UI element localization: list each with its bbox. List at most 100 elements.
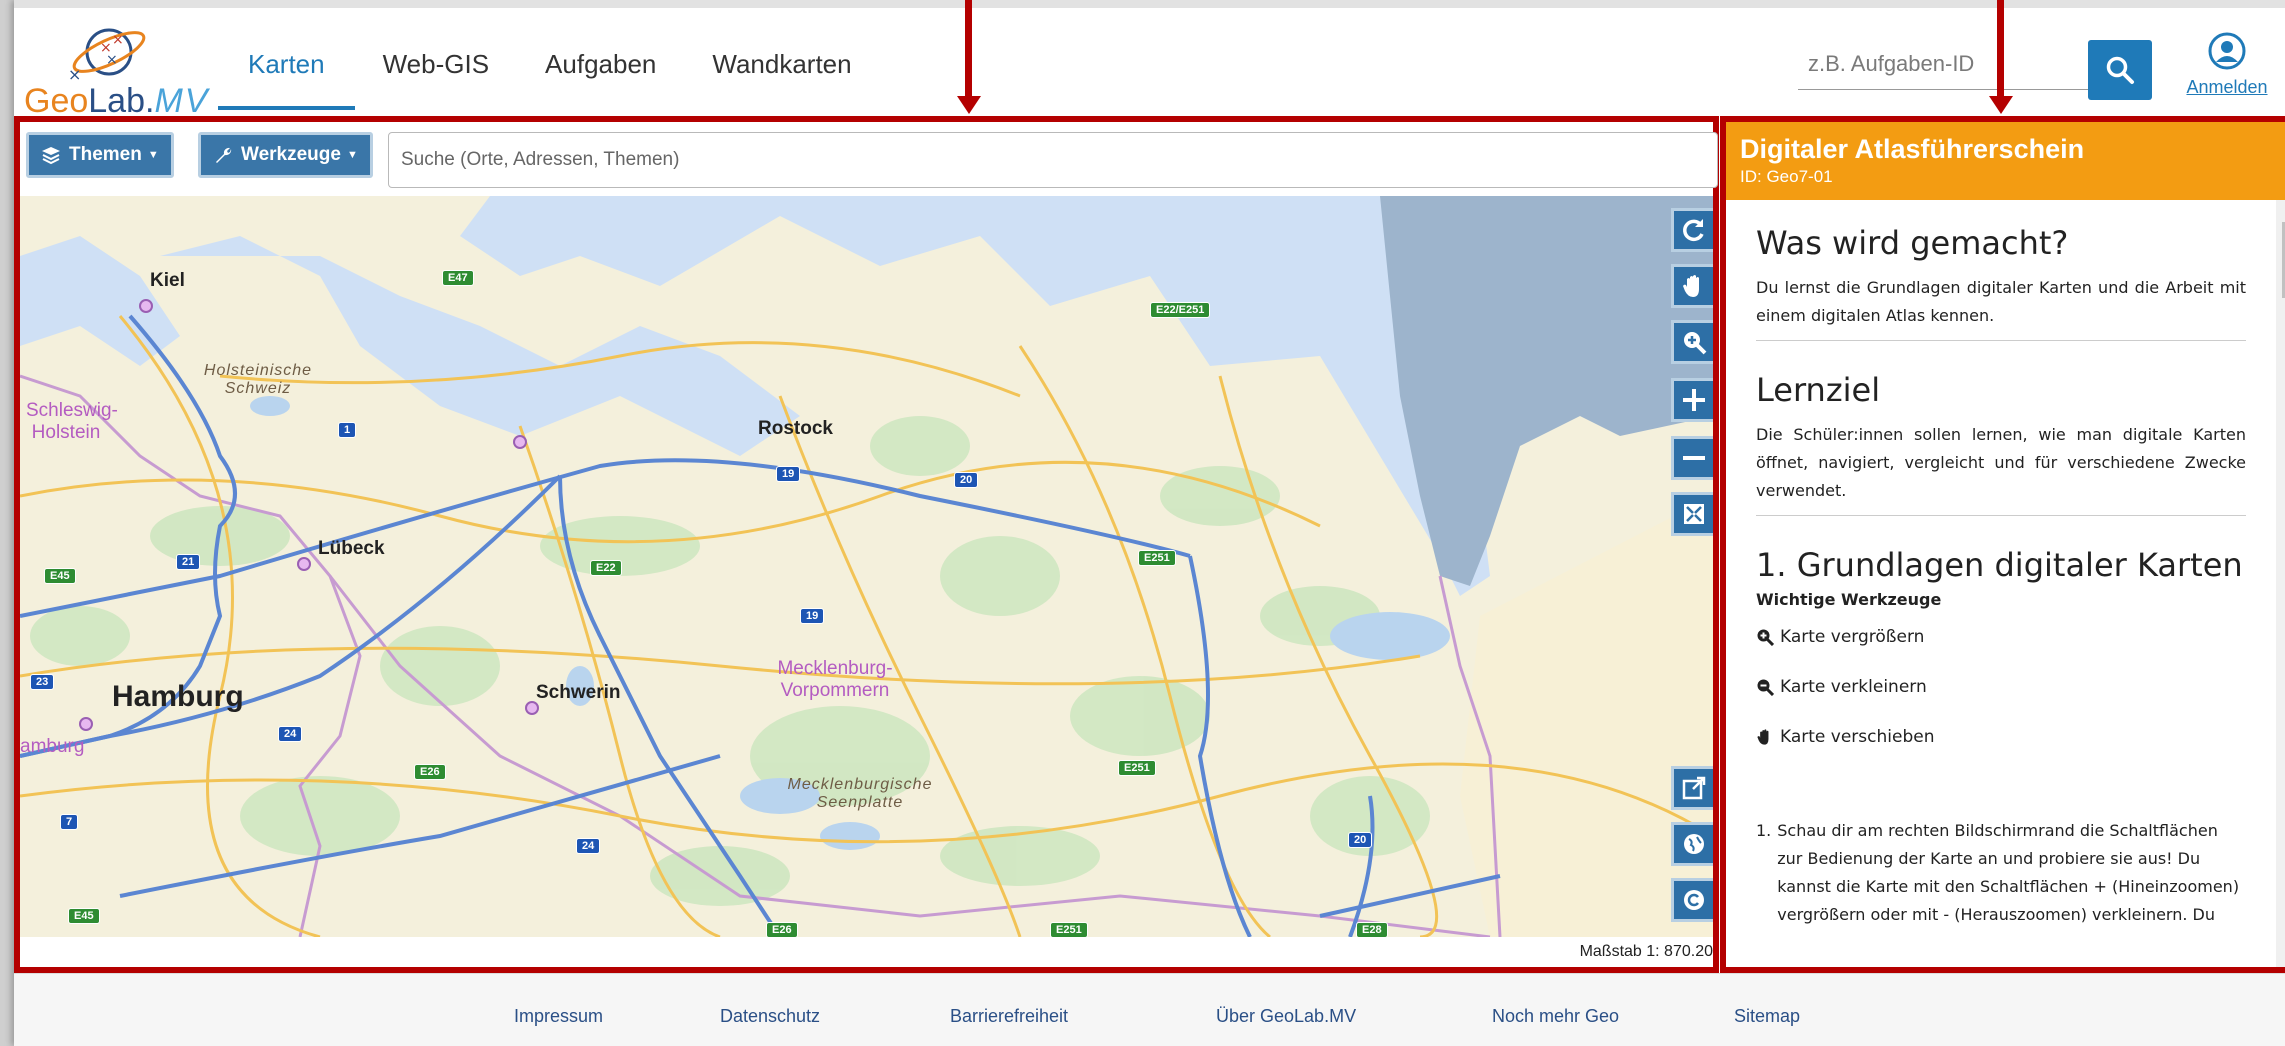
- road-shield: E251: [1050, 922, 1088, 937]
- section-subheading-werkzeuge: Wichtige Werkzeuge: [1756, 590, 1942, 609]
- map-search-input[interactable]: [388, 132, 1718, 188]
- task-id-search-input[interactable]: [1798, 38, 2088, 89]
- place-label-luebeck: Lübeck: [318, 538, 385, 559]
- footer-link-impressum[interactable]: Impressum: [514, 1006, 603, 1027]
- task-number: 1.: [1756, 821, 1772, 840]
- annotation-arrow-head: [957, 96, 981, 114]
- panel-scrollbar[interactable]: [2276, 200, 2285, 967]
- footer-link-sitemap[interactable]: Sitemap: [1734, 1006, 1800, 1027]
- themes-button[interactable]: Themen ▼: [26, 132, 174, 178]
- section-heading-was-wird-gemacht: Was wird gemacht?: [1756, 224, 2069, 262]
- wrench-icon: [216, 147, 232, 163]
- map-panel: Themen ▼ Werkzeuge ▼ Suche (Orte, Adress…: [14, 116, 1719, 973]
- place-label-hamburg: Hamburg: [112, 680, 244, 713]
- chevron-down-icon: ▼: [346, 149, 358, 161]
- map-base: [20, 196, 1713, 937]
- zoom-in-button[interactable]: [1671, 378, 1713, 422]
- login-link[interactable]: Anmelden: [2182, 32, 2272, 98]
- search-button[interactable]: [2088, 40, 2152, 100]
- zoom-box-button[interactable]: [1671, 320, 1713, 364]
- annotation-arrow-head: [1989, 96, 2013, 114]
- copyright-icon: [1683, 890, 1704, 910]
- road-shield: E26: [766, 922, 798, 937]
- refresh-map-button[interactable]: [1671, 208, 1713, 252]
- nav-wandkarten[interactable]: Wandkarten: [712, 8, 851, 120]
- road-shield: E45: [68, 908, 100, 924]
- map-status-bar: Maßstab 1: 870.20: [20, 937, 1713, 967]
- refresh-icon: [1682, 219, 1704, 242]
- road-shield: E251: [1138, 550, 1176, 566]
- road-shield: 7: [60, 814, 79, 830]
- login-label[interactable]: Anmelden: [2182, 77, 2272, 98]
- external-link-icon: [1682, 776, 1705, 800]
- hand-icon: [1757, 729, 1769, 745]
- place-label-hamburg-partial: amburg: [20, 736, 85, 757]
- road-shield: 24: [576, 838, 601, 854]
- road-shield: 1: [338, 422, 357, 438]
- logo-mv: MV: [154, 82, 210, 120]
- search-icon: [2106, 56, 2134, 84]
- footer-link-noch-mehr-geo[interactable]: Noch mehr Geo: [1492, 1006, 1619, 1027]
- tools-button[interactable]: Werkzeuge ▼: [198, 132, 373, 178]
- copyright-button[interactable]: [1671, 878, 1713, 922]
- map-toolbar: Themen ▼ Werkzeuge ▼: [20, 122, 1718, 196]
- annotation-arrow: [965, 0, 972, 96]
- road-shield: E26: [414, 764, 446, 780]
- road-shield: E22: [590, 560, 622, 576]
- divider: [1756, 515, 2246, 516]
- road-shield: E47: [442, 270, 474, 286]
- share-button[interactable]: [1671, 766, 1713, 810]
- themes-label: Themen: [69, 144, 142, 165]
- task-search-wrap: [1798, 38, 2088, 90]
- geolab-logo[interactable]: × × × × GeoLab.MV: [24, 22, 207, 120]
- map-canvas[interactable]: Kiel Rostock Lübeck Hamburg Schwerin Sch…: [20, 196, 1713, 937]
- minus-icon: [1682, 456, 1705, 460]
- region-label-schleswig-holstein: Schleswig-Holstein: [26, 400, 118, 443]
- site-header: × × × × GeoLab.MV Karten Web-GIS Aufgabe…: [14, 0, 2285, 120]
- tool-item-zoom-in: Karte vergrößern: [1756, 627, 2246, 647]
- footer-link-datenschutz[interactable]: Datenschutz: [720, 1006, 820, 1027]
- footer-link-ueber-geolab[interactable]: Über GeoLab.MV: [1216, 1006, 1356, 1027]
- tool-item-pan: Karte verschieben: [1756, 727, 2246, 747]
- section-heading-grundlagen: 1. Grundlagen digitaler Karten: [1756, 546, 2243, 584]
- pan-map-button[interactable]: [1671, 264, 1713, 308]
- section-text-lernziel: Die Schüler:innen sollen lernen, wie man…: [1756, 425, 2246, 500]
- site-footer: Impressum Datenschutz Barrierefreiheit Ü…: [14, 973, 2285, 1046]
- task-title: Digitaler Atlasführerschein: [1740, 134, 2085, 164]
- nav-web-gis[interactable]: Web-GIS: [383, 8, 489, 120]
- tool-label-pan: Karte verschieben: [1780, 727, 1935, 747]
- zoom-out-button[interactable]: [1671, 436, 1713, 480]
- footer-link-barrierefreiheit[interactable]: Barrierefreiheit: [950, 1006, 1068, 1027]
- logo-lab: Lab.: [88, 82, 155, 120]
- road-shield: 24: [278, 726, 303, 742]
- task-panel: Digitaler Atlasführerschein ID: Geo7-01 …: [1720, 116, 2285, 973]
- logo-geo: Geo: [24, 82, 89, 120]
- globe-icon: [1683, 834, 1704, 854]
- chevron-down-icon: ▼: [147, 149, 159, 161]
- globe-logo-icon: × × × ×: [68, 28, 146, 84]
- zoom-out-icon: [1757, 679, 1774, 696]
- task-panel-header: Digitaler Atlasführerschein ID: Geo7-01: [1726, 122, 2285, 200]
- tools-label: Werkzeuge: [241, 144, 341, 165]
- task-panel-body[interactable]: Was wird gemacht? Du lernst die Grundlag…: [1726, 200, 2276, 967]
- annotation-arrow: [1997, 0, 2004, 96]
- full-extent-button[interactable]: [1671, 492, 1713, 536]
- globe-button[interactable]: [1671, 822, 1713, 866]
- plus-icon: [1682, 389, 1705, 411]
- tool-label-zoom-in: Karte vergrößern: [1780, 627, 1925, 647]
- nav-aufgaben[interactable]: Aufgaben: [545, 8, 656, 120]
- road-shield: 23: [30, 674, 55, 690]
- zoom-in-icon: [1757, 629, 1774, 646]
- task-text: Schau dir am rechten Bildschirmrand die …: [1777, 821, 2240, 924]
- map-scale: Maßstab 1: 870.20: [1579, 943, 1713, 960]
- section-text-was-wird-gemacht: Du lernst die Grundlagen digitaler Karte…: [1756, 278, 2246, 325]
- main-nav: Karten Web-GIS Aufgaben Wandkarten: [204, 8, 908, 120]
- tool-label-zoom-out: Karte verkleinern: [1780, 677, 1927, 697]
- svg-text:×: ×: [106, 52, 118, 68]
- section-heading-lernziel: Lernziel: [1756, 371, 1881, 409]
- road-shield: E22/E251: [1150, 302, 1211, 318]
- user-icon: [2208, 32, 2246, 70]
- nav-karten[interactable]: Karten: [218, 8, 355, 120]
- zoom-in-magnifier-icon: [1683, 332, 1706, 355]
- place-label-rostock: Rostock: [758, 418, 833, 439]
